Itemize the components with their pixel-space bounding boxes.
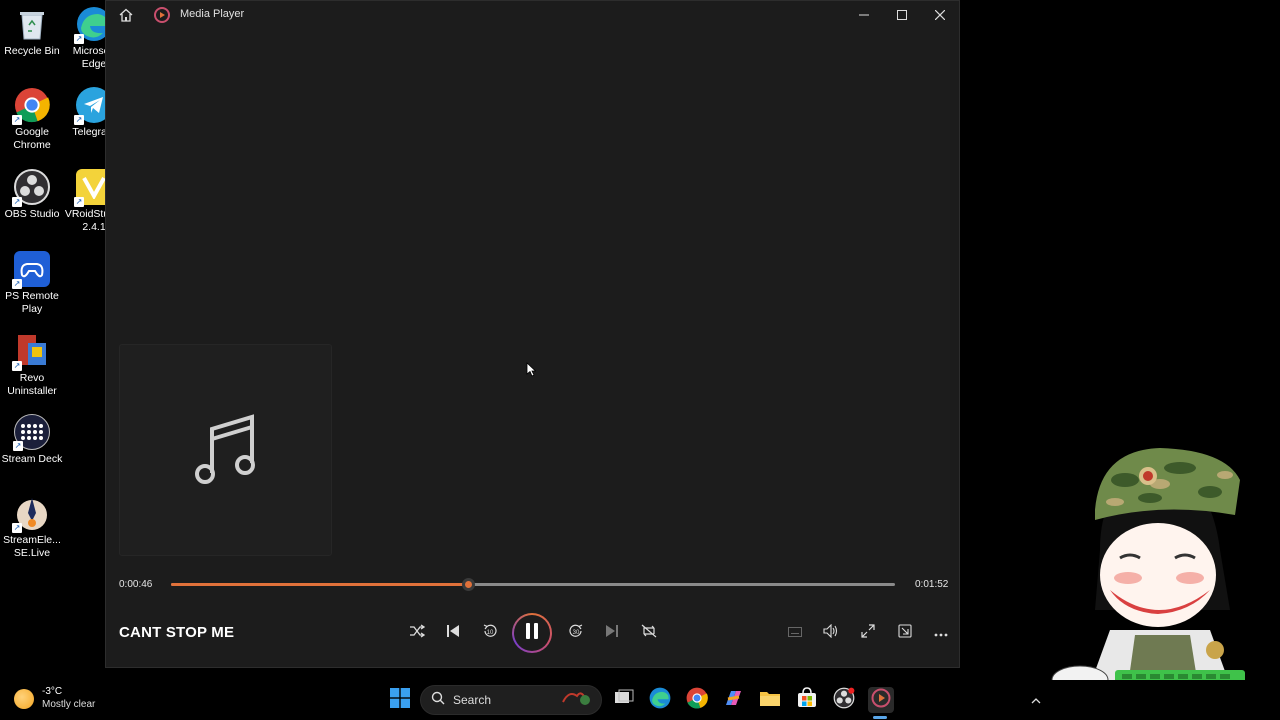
pause-icon bbox=[524, 622, 540, 645]
svg-text:30: 30 bbox=[573, 630, 580, 636]
forward-30-icon: 30 bbox=[568, 623, 584, 644]
revo-uninstaller-icon: ↗ bbox=[12, 333, 50, 371]
obs-icon bbox=[833, 687, 855, 714]
volume-button[interactable] bbox=[819, 621, 843, 645]
previous-button[interactable] bbox=[441, 621, 465, 645]
taskbar-search[interactable]: Search bbox=[420, 685, 602, 715]
previous-icon bbox=[446, 624, 460, 643]
desktop-icon-label: Revo Uninstaller bbox=[7, 372, 57, 397]
repeat-off-icon bbox=[641, 624, 657, 643]
shuffle-button[interactable] bbox=[405, 621, 429, 645]
track-title: CANT STOP ME bbox=[119, 624, 235, 641]
desktop-icon-ps-remote-play[interactable]: ↗ PS Remote Play bbox=[0, 251, 64, 316]
rewind-10-button[interactable]: 10 bbox=[478, 621, 502, 645]
next-button[interactable] bbox=[600, 621, 624, 645]
file-explorer-icon bbox=[759, 688, 781, 713]
maximize-button[interactable] bbox=[890, 5, 914, 25]
seek-bar-thumb[interactable] bbox=[461, 578, 475, 591]
taskbar-copilot[interactable] bbox=[721, 688, 745, 712]
active-app-indicator bbox=[873, 716, 887, 719]
ps-remote-play-icon: ↗ bbox=[12, 251, 50, 289]
chevron-up-icon bbox=[1031, 691, 1041, 709]
captions-button[interactable] bbox=[783, 621, 807, 645]
desktop-icon-stream-deck[interactable]: ↗ Stream Deck bbox=[0, 414, 64, 466]
media-player-icon bbox=[871, 688, 891, 713]
home-icon[interactable] bbox=[118, 7, 134, 23]
copilot-icon bbox=[722, 687, 744, 714]
mouse-cursor bbox=[526, 362, 537, 382]
window-title: Media Player bbox=[180, 8, 245, 20]
more-icon bbox=[934, 624, 948, 642]
album-art bbox=[119, 344, 332, 556]
taskbar-obs[interactable] bbox=[832, 687, 856, 714]
taskbar-store[interactable] bbox=[795, 686, 819, 714]
desktop-icon-streamelements[interactable]: ↗ StreamEle... SE.Live bbox=[0, 495, 64, 560]
fullscreen-button[interactable] bbox=[856, 621, 880, 645]
captions-icon bbox=[788, 624, 802, 642]
repeat-button[interactable] bbox=[637, 621, 661, 645]
more-options-button[interactable] bbox=[929, 621, 953, 645]
seek-bar[interactable] bbox=[171, 578, 895, 591]
recycle-bin-icon bbox=[14, 6, 50, 42]
pause-button[interactable] bbox=[512, 613, 552, 653]
desktop-icon-google-chrome[interactable]: ↗ Google Chrome bbox=[0, 87, 64, 152]
forward-30-button[interactable]: 30 bbox=[564, 621, 588, 645]
media-player-window: Media Player 0:00:46 0:01:52 CANT STOP M… bbox=[105, 0, 960, 668]
weather-widget[interactable]: -3°C Mostly clear bbox=[14, 686, 95, 711]
streamer-avatar bbox=[1040, 440, 1280, 695]
close-button[interactable] bbox=[928, 5, 952, 25]
taskbar-file-explorer[interactable] bbox=[758, 688, 782, 712]
desktop-icon-recycle-bin[interactable]: Recycle Bin bbox=[0, 6, 64, 58]
svg-text:10: 10 bbox=[487, 630, 494, 636]
chrome-icon: ↗ bbox=[12, 87, 50, 125]
taskbar-chrome[interactable] bbox=[685, 687, 709, 714]
windows-start-icon bbox=[390, 687, 410, 713]
windows-start-button[interactable] bbox=[388, 687, 412, 713]
weather-condition: Mostly clear bbox=[42, 699, 96, 710]
weather-icon bbox=[14, 688, 34, 709]
taskbar-media-player[interactable] bbox=[868, 687, 894, 713]
desktop-icon-obs-studio[interactable]: ↗ OBS Studio bbox=[0, 169, 64, 221]
search-highlight-icon bbox=[559, 688, 593, 713]
streamelements-icon: ↗ bbox=[12, 495, 50, 533]
taskbar-edge[interactable] bbox=[648, 687, 672, 714]
taskbar: -3°C Mostly clear Search bbox=[0, 680, 1280, 720]
show-hidden-icons-button[interactable] bbox=[1024, 688, 1048, 712]
task-view-icon bbox=[614, 689, 634, 712]
desktop-icon-label: PS Remote Play bbox=[5, 290, 59, 315]
minimize-button[interactable] bbox=[852, 5, 876, 25]
music-note-icon bbox=[194, 411, 258, 490]
stream-deck-icon: ↗ bbox=[13, 414, 50, 451]
desktop-icon-label: Google Chrome bbox=[13, 126, 51, 151]
title-bar: Media Player bbox=[106, 1, 959, 29]
desktop-icon-revo-uninstaller[interactable]: ↗ Revo Uninstaller bbox=[0, 333, 64, 398]
search-label: Search bbox=[453, 693, 492, 707]
task-view-button[interactable] bbox=[612, 688, 636, 712]
desktop-icon-label: StreamEle... SE.Live bbox=[3, 534, 61, 559]
obs-icon: ↗ bbox=[12, 169, 50, 207]
shuffle-icon bbox=[409, 623, 426, 643]
store-icon bbox=[796, 686, 818, 714]
search-icon bbox=[431, 691, 445, 710]
desktop-icon-label: OBS Studio bbox=[4, 208, 60, 220]
chrome-icon bbox=[686, 687, 708, 714]
elapsed-time: 0:00:46 bbox=[119, 579, 153, 590]
desktop-icon-label: Stream Deck bbox=[1, 453, 63, 465]
volume-icon bbox=[823, 623, 839, 643]
mini-player-button[interactable] bbox=[893, 621, 917, 645]
media-player-icon bbox=[154, 7, 170, 23]
total-duration: 0:01:52 bbox=[915, 579, 949, 590]
desktop-icon-label: Recycle Bin bbox=[4, 45, 60, 57]
next-icon bbox=[605, 624, 619, 643]
fullscreen-icon bbox=[861, 623, 875, 643]
desktop: Recycle Bin ↗ Google Chrome ↗ OBS Studio… bbox=[0, 0, 1280, 720]
rewind-10-icon: 10 bbox=[482, 623, 498, 644]
mini-player-icon bbox=[898, 623, 912, 643]
seek-bar-fill bbox=[171, 583, 468, 586]
weather-temperature: -3°C bbox=[42, 686, 63, 697]
edge-icon bbox=[649, 687, 671, 714]
